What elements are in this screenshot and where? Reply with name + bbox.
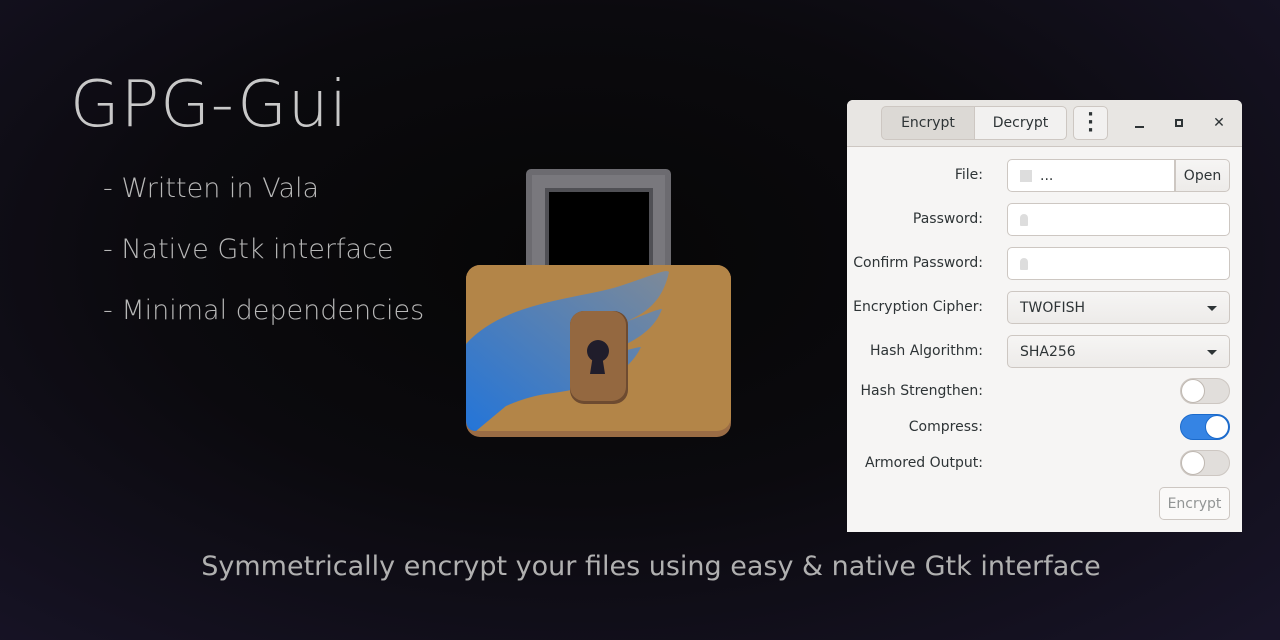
compress-label: Compress: [908, 419, 983, 435]
padlock-logo-icon [466, 169, 731, 437]
close-icon: ✕ [1213, 115, 1225, 131]
cipher-label: Encryption Cipher: [853, 299, 983, 315]
maximize-icon [1175, 119, 1183, 127]
file-input[interactable]: ... [1007, 159, 1175, 192]
menu-button[interactable]: · · · [1073, 106, 1108, 140]
maximize-button[interactable] [1170, 114, 1188, 132]
app-title: GPG-Gui [70, 68, 349, 142]
minimize-button[interactable] [1130, 114, 1148, 132]
compress-toggle[interactable] [1180, 414, 1230, 440]
hash-strengthen-toggle[interactable] [1180, 378, 1230, 404]
hash-dropdown[interactable]: SHA256 [1007, 335, 1230, 368]
hash-label: Hash Algorithm: [869, 343, 983, 359]
close-button[interactable]: ✕ [1210, 114, 1228, 132]
tab-encrypt[interactable]: Encrypt [881, 106, 975, 140]
armored-output-label: Armored Output: [864, 455, 983, 471]
hash-strengthen-label: Hash Strengthen: [860, 383, 984, 399]
password-input[interactable] [1007, 203, 1230, 236]
tagline: Symmetrically encrypt your files using e… [201, 551, 1101, 582]
cipher-dropdown[interactable]: TWOFISH [1007, 291, 1230, 324]
chevron-down-icon [1207, 306, 1217, 311]
password-label: Password: [912, 211, 983, 227]
file-label: File: [954, 167, 983, 183]
feature-bullet: - Native Gtk interface [103, 234, 394, 265]
header-bar: Encrypt Decrypt · · · ✕ [847, 100, 1242, 147]
encrypt-button[interactable]: Encrypt [1159, 487, 1230, 520]
tab-decrypt[interactable]: Decrypt [974, 106, 1067, 140]
vertical-dots-icon: · · · [1087, 104, 1094, 141]
open-button[interactable]: Open [1175, 159, 1230, 192]
minimize-icon [1134, 126, 1144, 128]
file-icon [1020, 169, 1032, 182]
confirm-password-input[interactable] [1007, 247, 1230, 280]
confirm-password-label: Confirm Password: [853, 255, 983, 271]
password-icon [1020, 213, 1028, 226]
armored-output-toggle[interactable] [1180, 450, 1230, 476]
feature-bullet: - Minimal dependencies [103, 295, 425, 326]
app-window: Encrypt Decrypt · · · ✕ File: ... Open Pas… [847, 100, 1242, 532]
feature-bullet: - Written in Vala [103, 173, 320, 204]
chevron-down-icon [1207, 350, 1217, 355]
password-icon [1020, 257, 1028, 270]
